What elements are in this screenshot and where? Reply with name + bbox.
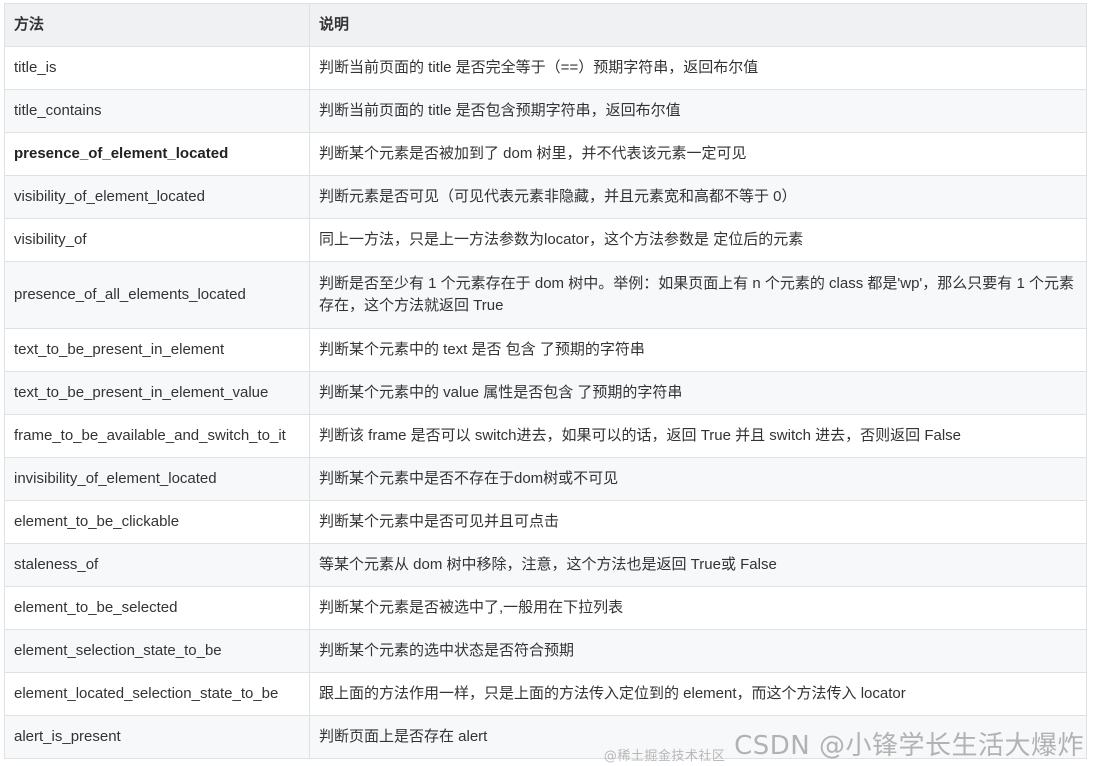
- table-row: visibility_of_element_located 判断元素是否可见（可…: [4, 175, 1087, 219]
- table-row: text_to_be_present_in_element 判断某个元素中的 t…: [4, 328, 1087, 372]
- description-cell: 判断页面上是否存在 alert: [309, 715, 1087, 759]
- description-cell: 跟上面的方法作用一样，只是上面的方法传入定位到的 element，而这个方法传入…: [309, 672, 1087, 716]
- table-row: invisibility_of_element_located 判断某个元素中是…: [4, 457, 1087, 501]
- description-cell: 判断某个元素中的 value 属性是否包含 了预期的字符串: [309, 371, 1087, 415]
- table-row: element_selection_state_to_be 判断某个元素的选中状…: [4, 629, 1087, 673]
- method-cell: presence_of_all_elements_located: [4, 261, 310, 329]
- table-row: alert_is_present 判断页面上是否存在 alert: [4, 715, 1087, 759]
- method-cell: title_is: [4, 46, 310, 90]
- method-cell: title_contains: [4, 89, 310, 133]
- header-method: 方法: [4, 3, 310, 47]
- methods-table: 方法 说明 title_is 判断当前页面的 title 是否完全等于（==）预…: [4, 3, 1087, 759]
- description-cell: 判断当前页面的 title 是否完全等于（==）预期字符串，返回布尔值: [309, 46, 1087, 90]
- description-cell: 同上一方法，只是上一方法参数为locator，这个方法参数是 定位后的元素: [309, 218, 1087, 262]
- method-cell: frame_to_be_available_and_switch_to_it: [4, 414, 310, 458]
- table-row: frame_to_be_available_and_switch_to_it 判…: [4, 414, 1087, 458]
- table-row: element_to_be_clickable 判断某个元素中是否可见并且可点击: [4, 500, 1087, 544]
- method-cell: element_to_be_selected: [4, 586, 310, 630]
- table-row: element_to_be_selected 判断某个元素是否被选中了,一般用在…: [4, 586, 1087, 630]
- table-row: title_contains 判断当前页面的 title 是否包含预期字符串，返…: [4, 89, 1087, 133]
- table-row: presence_of_all_elements_located 判断是否至少有…: [4, 261, 1087, 329]
- method-cell: element_selection_state_to_be: [4, 629, 310, 673]
- table-row: element_located_selection_state_to_be 跟上…: [4, 672, 1087, 716]
- description-cell: 判断元素是否可见（可见代表元素非隐藏，并且元素宽和高都不等于 0）: [309, 175, 1087, 219]
- description-cell: 判断某个元素中是否不存在于dom树或不可见: [309, 457, 1087, 501]
- table-row: presence_of_element_located 判断某个元素是否被加到了…: [4, 132, 1087, 176]
- table-row: text_to_be_present_in_element_value 判断某个…: [4, 371, 1087, 415]
- method-cell: text_to_be_present_in_element: [4, 328, 310, 372]
- method-cell: staleness_of: [4, 543, 310, 587]
- method-cell: element_to_be_clickable: [4, 500, 310, 544]
- method-cell: visibility_of: [4, 218, 310, 262]
- description-cell: 判断某个元素是否被加到了 dom 树里，并不代表该元素一定可见: [309, 132, 1087, 176]
- method-cell: presence_of_element_located: [4, 132, 310, 176]
- method-cell: alert_is_present: [4, 715, 310, 759]
- method-cell: element_located_selection_state_to_be: [4, 672, 310, 716]
- description-cell: 等某个元素从 dom 树中移除，注意，这个方法也是返回 True或 False: [309, 543, 1087, 587]
- description-cell: 判断是否至少有 1 个元素存在于 dom 树中。举例：如果页面上有 n 个元素的…: [309, 261, 1087, 329]
- description-cell: 判断当前页面的 title 是否包含预期字符串，返回布尔值: [309, 89, 1087, 133]
- description-cell: 判断某个元素中是否可见并且可点击: [309, 500, 1087, 544]
- description-cell: 判断某个元素是否被选中了,一般用在下拉列表: [309, 586, 1087, 630]
- method-cell: invisibility_of_element_located: [4, 457, 310, 501]
- description-cell: 判断该 frame 是否可以 switch进去，如果可以的话，返回 True 并…: [309, 414, 1087, 458]
- method-cell: text_to_be_present_in_element_value: [4, 371, 310, 415]
- table-row: title_is 判断当前页面的 title 是否完全等于（==）预期字符串，返…: [4, 46, 1087, 90]
- table-header-row: 方法 说明: [4, 3, 1087, 47]
- table-row: visibility_of 同上一方法，只是上一方法参数为locator，这个方…: [4, 218, 1087, 262]
- description-cell: 判断某个元素的选中状态是否符合预期: [309, 629, 1087, 673]
- header-description: 说明: [309, 3, 1087, 47]
- method-cell: visibility_of_element_located: [4, 175, 310, 219]
- table-row: staleness_of 等某个元素从 dom 树中移除，注意，这个方法也是返回…: [4, 543, 1087, 587]
- description-cell: 判断某个元素中的 text 是否 包含 了预期的字符串: [309, 328, 1087, 372]
